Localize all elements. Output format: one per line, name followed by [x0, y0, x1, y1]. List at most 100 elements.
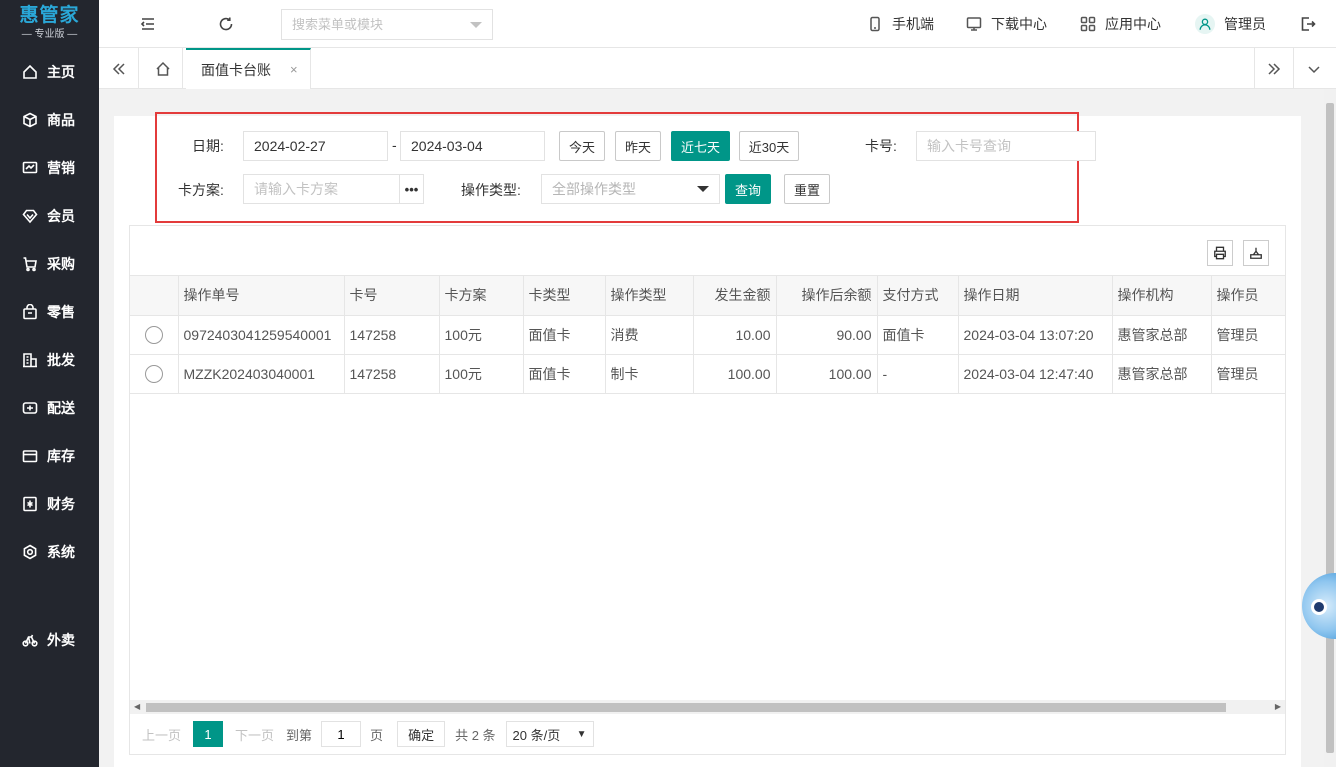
goto-label: 到第 [286, 727, 313, 743]
card-no-input[interactable] [916, 131, 1096, 161]
column-header[interactable]: 支付方式 [877, 276, 959, 316]
column-header[interactable]: 卡号 [344, 276, 440, 316]
sidebar-nav: 主页 商品 营销 会员 采购 零售 批发 配送 库存 财务 系统 外卖 [0, 48, 99, 664]
card-plan-more-button[interactable]: ••• [400, 174, 424, 204]
goto-page-input[interactable] [321, 721, 362, 747]
apps-grid-icon [1080, 16, 1096, 32]
sidebar-item-takeout[interactable]: 外卖 [0, 616, 99, 664]
tabs-scroll-left-icon[interactable] [99, 48, 139, 89]
date-to-input[interactable] [400, 131, 545, 161]
row-radio[interactable] [144, 325, 163, 344]
logo: 惠管家 — 专业版 — [0, 0, 99, 48]
page-size-select[interactable]: 20 条/页 ▼ [505, 721, 594, 747]
card-no-field[interactable] [927, 138, 1085, 154]
refresh-icon[interactable] [216, 14, 236, 34]
table-cell: MZZK202403040001 [178, 354, 345, 394]
sidebar-item-marketing[interactable]: 营销 [0, 144, 99, 192]
collapse-menu-icon[interactable] [138, 14, 158, 34]
scrollbar-thumb[interactable] [146, 703, 1226, 712]
logo-sub: — 专业版 — [21, 29, 78, 40]
column-header[interactable]: 操作类型 [605, 276, 694, 316]
column-header[interactable]: 卡方案 [439, 276, 524, 316]
horizontal-scrollbar[interactable]: ◀ ▶ [130, 700, 1285, 714]
query-button[interactable]: 查询 [725, 174, 771, 204]
table-row[interactable]: 0972403041259540001 147258 100元 面值卡 消费 1… [130, 315, 1285, 355]
column-header[interactable]: 发生金额 [693, 276, 777, 316]
sidebar-item-inventory[interactable]: 库存 [0, 432, 99, 480]
column-header[interactable]: 操作日期 [958, 276, 1113, 316]
sidebar-item-delivery[interactable]: 配送 [0, 384, 99, 432]
building-icon [22, 352, 38, 368]
sidebar-item-purchase[interactable]: 采购 [0, 240, 99, 288]
menu-search-select[interactable] [281, 9, 493, 40]
scroll-right-arrow-icon[interactable]: ▶ [1275, 702, 1281, 711]
sidebar-item-wholesale[interactable]: 批发 [0, 336, 99, 384]
mobile-link[interactable]: 手机端 [867, 0, 934, 48]
sidebar-item-retail[interactable]: 零售 [0, 288, 99, 336]
tabs-scroll-right-icon[interactable] [1254, 48, 1294, 89]
sidebar-item-goods[interactable]: 商品 [0, 96, 99, 144]
nav-spacer [0, 576, 99, 616]
logout-icon[interactable] [1298, 14, 1318, 34]
app-center-link[interactable]: 应用中心 [1080, 0, 1161, 48]
download-center-link[interactable]: 下载中心 [966, 0, 1047, 48]
scrollbar-thumb[interactable] [1326, 103, 1334, 753]
table-cell: 制卡 [605, 354, 694, 394]
reset-button[interactable]: 重置 [784, 174, 830, 204]
column-header[interactable]: 操作员 [1211, 276, 1285, 316]
bag-icon [22, 304, 38, 320]
table-row[interactable]: MZZK202403040001 147258 100元 面值卡 制卡 100.… [130, 354, 1285, 394]
total-count: 共 2 条 [455, 727, 496, 743]
settings-icon [22, 544, 38, 560]
scroll-left-arrow-icon[interactable]: ◀ [134, 702, 140, 711]
inventory-icon [22, 448, 38, 464]
sidebar-item-finance[interactable]: 财务 [0, 480, 99, 528]
table-cell: 消费 [605, 315, 694, 355]
user-menu[interactable]: 管理员 [1195, 0, 1266, 48]
last-30-days-button[interactable]: 近30天 [739, 131, 799, 161]
vertical-scrollbar[interactable] [1324, 89, 1336, 767]
sidebar-item-member[interactable]: 会员 [0, 192, 99, 240]
prev-page-button[interactable]: 上一页 [142, 725, 181, 744]
next-page-button[interactable]: 下一页 [235, 725, 274, 744]
tab-card-ledger[interactable]: 面值卡台账 × [186, 48, 311, 89]
column-header[interactable]: 操作后余额 [776, 276, 878, 316]
monitor-icon [966, 17, 982, 31]
tabs-dropdown-icon[interactable] [1294, 48, 1334, 89]
date-from-input[interactable] [243, 131, 388, 161]
home-tab-icon[interactable] [143, 48, 183, 89]
last-7-days-button[interactable]: 近七天 [671, 131, 730, 161]
sidebar-item-label: 会员 [47, 208, 75, 224]
current-page[interactable]: 1 [193, 721, 224, 747]
print-icon[interactable] [1207, 240, 1233, 266]
menu-search-input[interactable] [292, 17, 462, 32]
sidebar: 惠管家 — 专业版 — 主页 商品 营销 会员 采购 零售 批发 配送 库存 财… [0, 0, 99, 767]
column-header[interactable]: 操作单号 [178, 276, 345, 316]
table-cell: 10.00 [693, 315, 777, 355]
card-no-label: 卡号: [865, 138, 897, 154]
export-icon[interactable] [1243, 240, 1269, 266]
op-type-select[interactable]: 全部操作类型 [541, 174, 720, 204]
date-to-field[interactable] [411, 138, 534, 154]
yesterday-button[interactable]: 昨天 [615, 131, 661, 161]
column-header[interactable]: 卡类型 [523, 276, 606, 316]
home-icon [22, 64, 38, 80]
assistant-robot-icon[interactable] [1302, 573, 1336, 639]
table-cell: 100元 [439, 315, 524, 355]
table-cell: 100元 [439, 354, 524, 394]
bike-icon [22, 632, 38, 648]
card-plan-field[interactable] [254, 181, 389, 197]
table-cell: 100.00 [693, 354, 777, 394]
date-from-field[interactable] [254, 138, 377, 154]
goto-confirm-button[interactable]: 确定 [397, 721, 446, 747]
close-icon[interactable]: × [290, 62, 298, 77]
sidebar-item-system[interactable]: 系统 [0, 528, 99, 576]
sidebar-item-label: 采购 [47, 256, 75, 272]
column-header[interactable]: 操作机构 [1112, 276, 1212, 316]
table-cell: 管理员 [1211, 315, 1285, 355]
row-radio[interactable] [144, 364, 163, 383]
card-plan-input[interactable] [243, 174, 400, 204]
sidebar-item-home[interactable]: 主页 [0, 48, 99, 96]
op-type-label: 操作类型: [461, 182, 521, 198]
today-button[interactable]: 今天 [559, 131, 605, 161]
